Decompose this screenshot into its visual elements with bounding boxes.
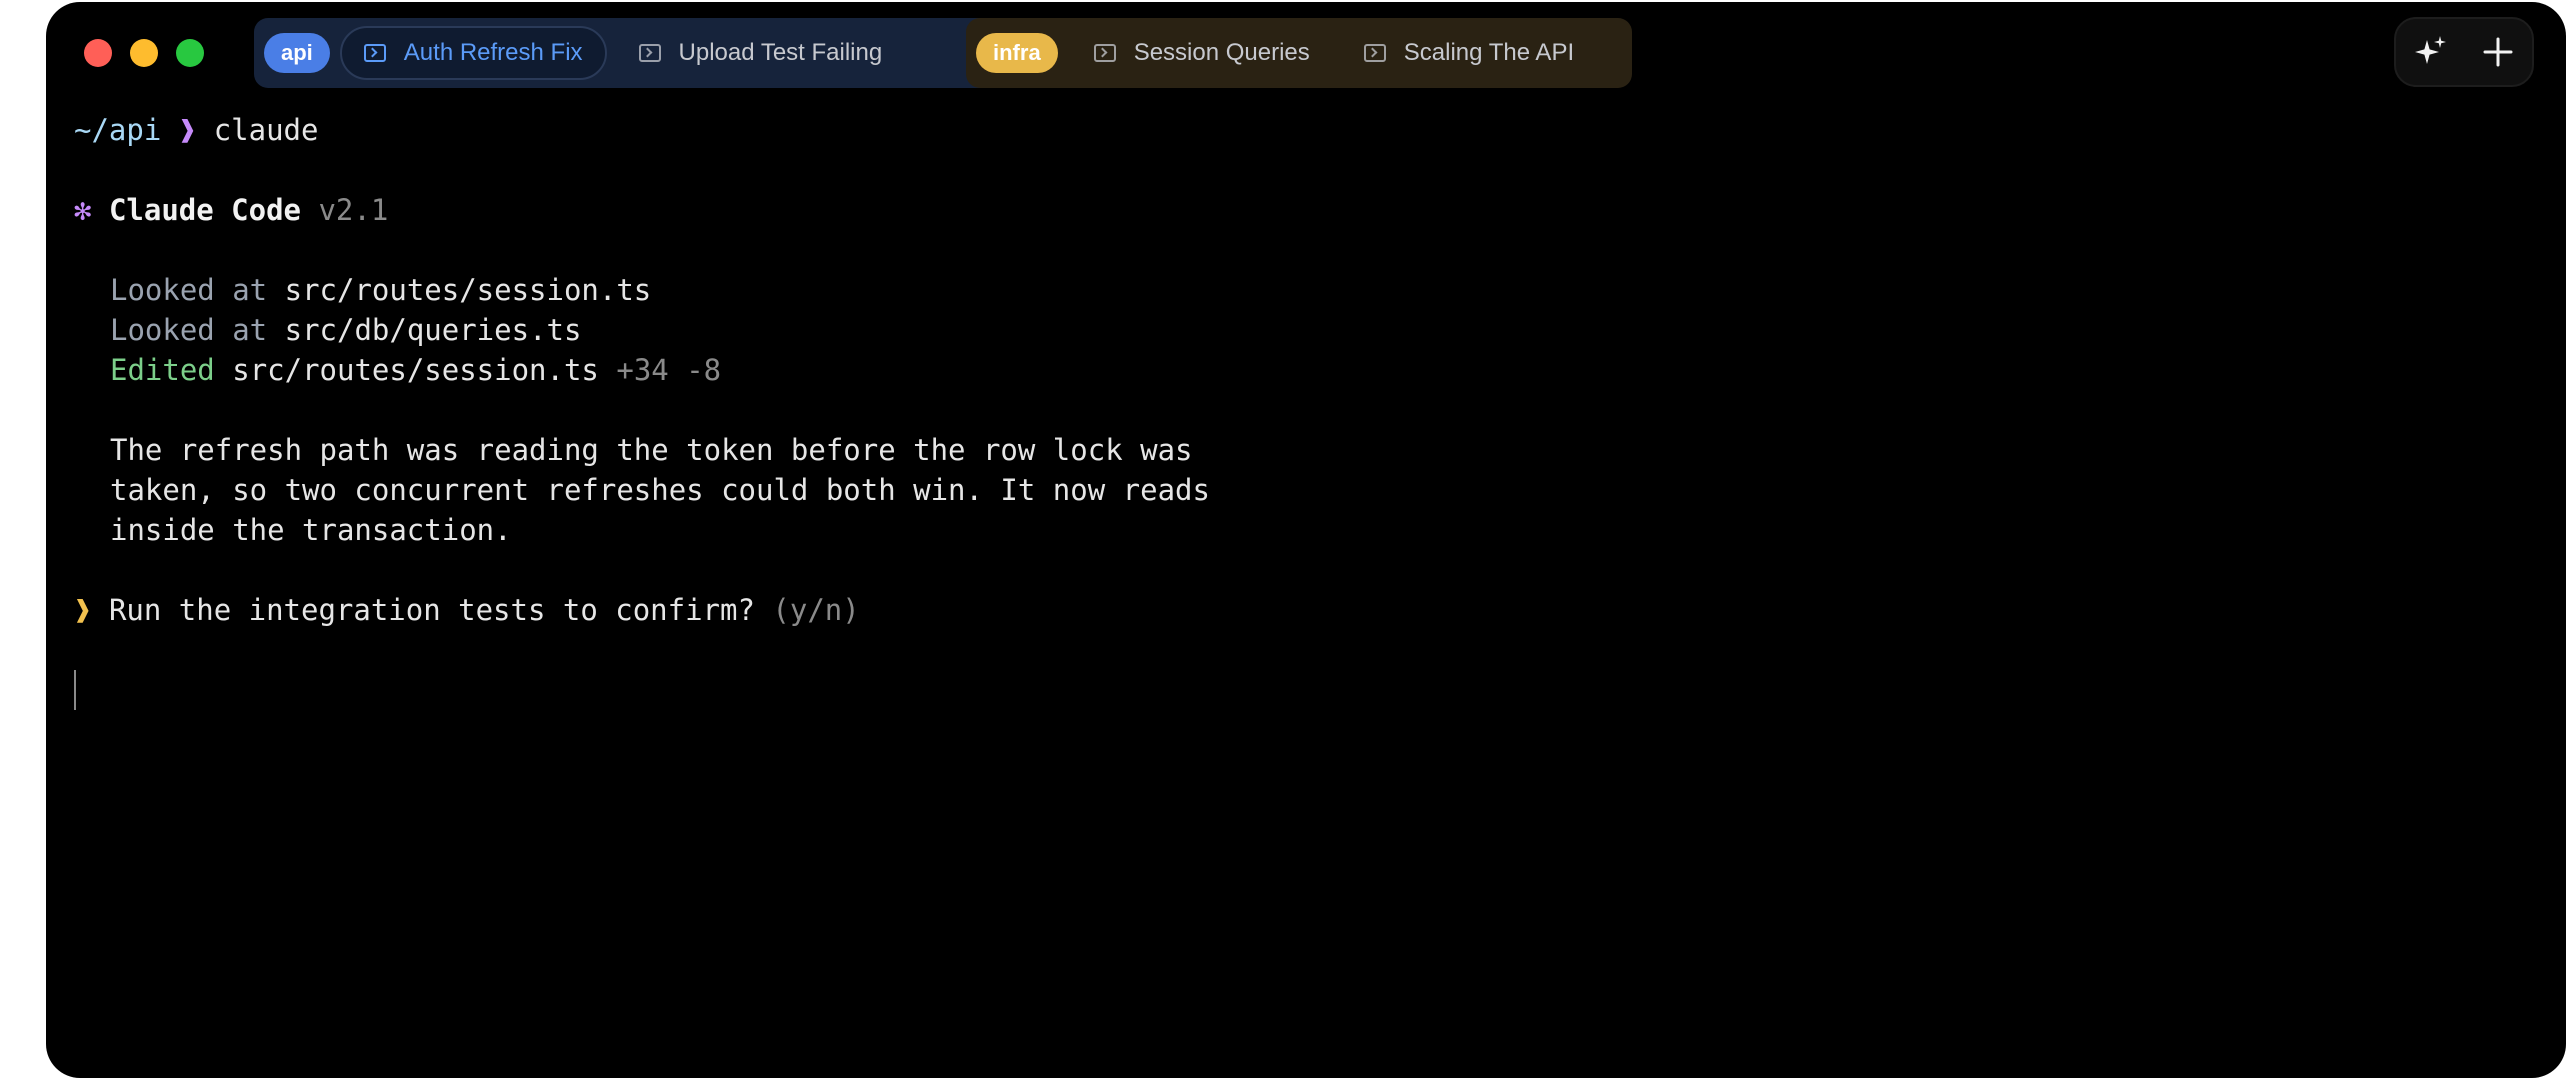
terminal-icon xyxy=(363,44,386,62)
activity-line: Looked at src/routes/session.ts xyxy=(74,270,2538,310)
message-line: The refresh path was reading the token b… xyxy=(110,433,1193,467)
question-text: Run the integration tests to confirm? xyxy=(108,593,755,627)
close-window-button[interactable] xyxy=(84,39,112,67)
message-line: inside the transaction. xyxy=(110,513,512,547)
tab-group-infra: infra Session Queries Scaling The API xyxy=(966,18,1632,88)
question-line: ❱ Run the integration tests to confirm? … xyxy=(74,590,2538,630)
group-badge-infra[interactable]: infra xyxy=(976,33,1058,73)
tab-label: Upload Test Failing xyxy=(678,39,883,66)
minimize-window-button[interactable] xyxy=(130,39,158,67)
prompt-command: claude xyxy=(213,113,319,147)
title-actions xyxy=(2394,17,2534,87)
tab-auth-refresh-fix[interactable]: Auth Refresh Fix xyxy=(339,26,607,80)
activity-path: src/db/queries.ts xyxy=(284,313,582,347)
sparkle-icon xyxy=(2415,36,2446,64)
message-line: taken, so two concurrent refreshes could… xyxy=(110,473,1210,507)
activity-path: src/routes/session.ts xyxy=(232,353,599,387)
diff-stat: +34 -8 xyxy=(616,353,722,387)
maximize-window-button[interactable] xyxy=(176,39,204,67)
activity-verb: Looked at xyxy=(110,313,268,347)
question-symbol: ❱ xyxy=(74,593,92,627)
terminal-window: api Auth Refresh Fix Upload Test Failing… xyxy=(46,2,2566,1078)
plus-icon xyxy=(2483,37,2513,67)
ai-assist-button[interactable] xyxy=(2406,28,2454,76)
text-cursor[interactable] xyxy=(74,670,76,710)
tab-group-api: api Auth Refresh Fix Upload Test Failing xyxy=(254,18,996,88)
activity-path: src/routes/session.ts xyxy=(284,273,652,307)
terminal-icon xyxy=(638,44,661,62)
prompt-symbol: ❱ xyxy=(178,113,197,147)
terminal-output[interactable]: ~/api ❱ claude ✻ Claude Code v2.1 Looked… xyxy=(74,110,2538,1058)
tab-session-queries[interactable]: Session Queries xyxy=(1072,26,1332,80)
activity-line: Looked at src/db/queries.ts xyxy=(74,310,2538,350)
tab-scaling-the-api[interactable]: Scaling The API xyxy=(1342,26,1596,80)
terminal-icon xyxy=(1363,44,1386,62)
question-hint: (y/n) xyxy=(772,593,860,627)
tab-label: Scaling The API xyxy=(1403,39,1575,66)
claude-star-icon: ✻ xyxy=(74,193,92,227)
title-bar: api Auth Refresh Fix Upload Test Failing… xyxy=(46,2,2566,102)
group-badge-api[interactable]: api xyxy=(264,33,330,73)
new-tab-button[interactable] xyxy=(2474,28,2522,76)
tab-upload-test-failing[interactable]: Upload Test Failing xyxy=(617,26,905,80)
shell-prompt-line: ~/api ❱ claude xyxy=(74,110,2538,150)
app-version: v2.1 xyxy=(318,193,389,227)
tab-label: Session Queries xyxy=(1133,39,1310,66)
activity-verb: Looked at xyxy=(110,273,268,307)
app-name: Claude Code xyxy=(108,193,301,227)
app-header-line: ✻ Claude Code v2.1 xyxy=(74,190,2538,230)
terminal-icon xyxy=(1093,44,1116,62)
tab-label: Auth Refresh Fix xyxy=(403,39,583,66)
prompt-path: ~/api xyxy=(74,113,162,147)
activity-line: Edited src/routes/session.ts +34 -8 xyxy=(74,350,2538,390)
activity-verb: Edited xyxy=(110,353,215,387)
